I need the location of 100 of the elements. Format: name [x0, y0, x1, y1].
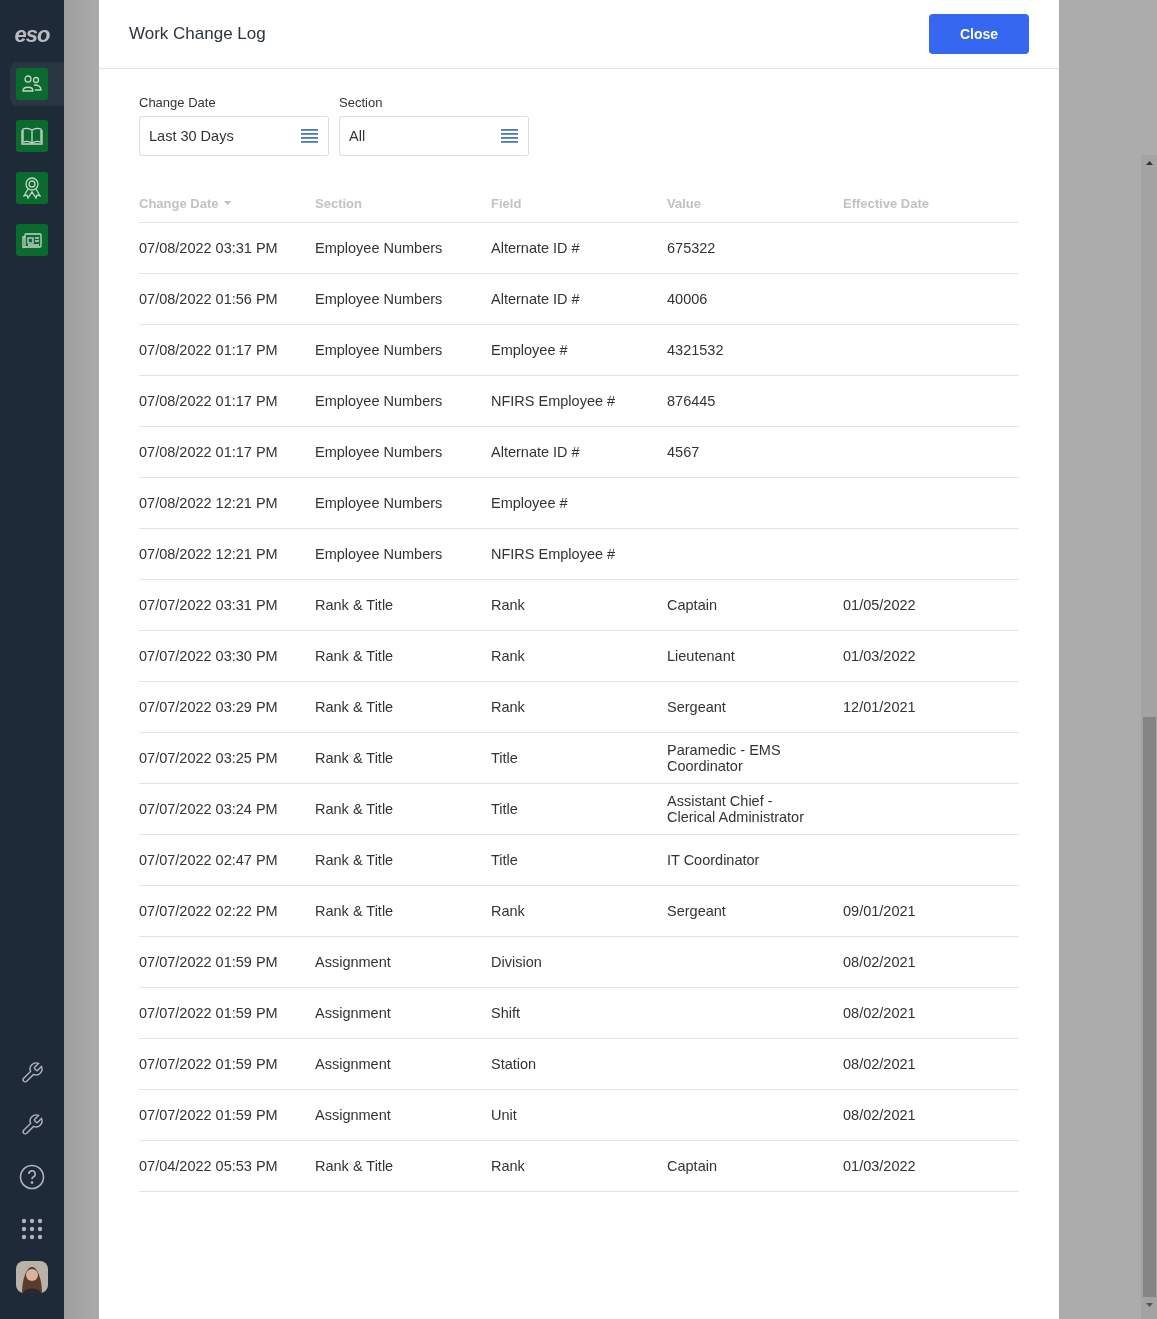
select-field[interactable]: Last 30 Days	[139, 116, 329, 156]
people-icon	[22, 75, 42, 93]
award-ribbon-icon	[23, 177, 41, 199]
wrench-icon	[20, 1061, 44, 1085]
table-cell: Paramedic - EMS Coordinator	[667, 732, 843, 784]
table-cell: Lieutenant	[667, 630, 843, 682]
table-cell: Rank & Title	[315, 630, 491, 682]
table-cell: 07/08/2022 12:21 PM	[139, 528, 315, 580]
table-cell: 07/07/2022 03:31 PM	[139, 579, 315, 631]
table-cell: Employee Numbers	[315, 477, 491, 529]
table-cell: NFIRS Employee #	[491, 375, 667, 427]
table-cell: 07/07/2022 01:59 PM	[139, 987, 315, 1039]
table-cell: Rank	[491, 885, 667, 937]
table-cell: Rank	[491, 630, 667, 682]
table-cell: Rank & Title	[315, 681, 491, 733]
table-cell: 07/07/2022 01:59 PM	[139, 1038, 315, 1090]
table-cell: 675322	[667, 222, 843, 274]
grid-icon	[21, 1218, 43, 1240]
avatar[interactable]	[16, 1261, 48, 1293]
table-cell: 07/07/2022 03:25 PM	[139, 732, 315, 784]
column-header[interactable]: Effective Date	[843, 184, 1019, 223]
table-cell: Alternate ID #	[491, 273, 667, 325]
table-cell: Title	[491, 783, 667, 835]
nav-item[interactable]	[10, 62, 64, 106]
table-cell: Sergeant	[667, 885, 843, 937]
table-cell: Rank & Title	[315, 579, 491, 631]
logo: eso	[14, 22, 50, 48]
table-cell: 07/07/2022 03:30 PM	[139, 630, 315, 682]
table-cell: Employee Numbers	[315, 426, 491, 478]
table-cell: Shift	[491, 987, 667, 1039]
table-cell: Assignment	[315, 987, 491, 1039]
column-header[interactable]: Section	[315, 184, 491, 223]
table-cell: Title	[491, 732, 667, 784]
table-cell: 08/02/2021	[843, 936, 1019, 988]
table-cell: Employee #	[491, 477, 667, 529]
table-cell: Employee #	[491, 324, 667, 376]
wrench-icon	[20, 1113, 44, 1137]
table-cell: 876445	[667, 375, 843, 427]
table-cell: Rank	[491, 681, 667, 733]
table-cell: Rank & Title	[315, 783, 491, 835]
table-cell: 01/03/2022	[843, 630, 1019, 682]
table-cell: 09/01/2021	[843, 885, 1019, 937]
table-cell: Unit	[491, 1089, 667, 1141]
table-cell: 07/07/2022 01:59 PM	[139, 936, 315, 988]
scrollbar[interactable]	[1141, 155, 1157, 1319]
help-icon	[19, 1164, 45, 1190]
table-cell: 12/01/2021	[843, 681, 1019, 733]
scroll-down-icon	[1145, 1303, 1153, 1307]
scroll-up-icon	[1145, 161, 1153, 165]
table-cell: 4567	[667, 426, 843, 478]
table-cell: Assignment	[315, 936, 491, 988]
book-icon	[21, 126, 43, 146]
table-cell: Employee Numbers	[315, 222, 491, 274]
table-cell: Station	[491, 1038, 667, 1090]
table-cell: 4321532	[667, 324, 843, 376]
table-cell: 07/08/2022 01:17 PM	[139, 375, 315, 427]
table-cell: Employee Numbers	[315, 273, 491, 325]
list-icon	[301, 129, 318, 143]
column-header[interactable]: Value	[667, 184, 843, 223]
table-cell: 07/08/2022 03:31 PM	[139, 222, 315, 274]
column-header[interactable]: Field	[491, 184, 667, 223]
table-cell: Rank & Title	[315, 834, 491, 886]
table-cell: Title	[491, 834, 667, 886]
column-header[interactable]: Change Date	[139, 184, 315, 223]
table-cell: 07/08/2022 01:56 PM	[139, 273, 315, 325]
table-cell: NFIRS Employee #	[491, 528, 667, 580]
table-cell: 07/08/2022 01:17 PM	[139, 426, 315, 478]
table-cell: 07/07/2022 03:24 PM	[139, 783, 315, 835]
table-cell: Rank	[491, 579, 667, 631]
table-cell: Rank & Title	[315, 1140, 491, 1192]
sort-caret-icon	[224, 201, 232, 205]
table-cell: Rank & Title	[315, 732, 491, 784]
table-cell: IT Coordinator	[667, 834, 843, 886]
select-field[interactable]: All	[339, 116, 529, 156]
scroll-thumb[interactable]	[1142, 717, 1156, 1297]
table-cell: 08/02/2021	[843, 1038, 1019, 1090]
list-icon	[501, 129, 518, 143]
table-cell: 07/08/2022 01:17 PM	[139, 324, 315, 376]
table-cell: 08/02/2021	[843, 1089, 1019, 1141]
table-cell: Captain	[667, 1140, 843, 1192]
table-cell: Employee Numbers	[315, 528, 491, 580]
table-cell: Rank & Title	[315, 885, 491, 937]
table-cell: Division	[491, 936, 667, 988]
table-cell: 01/05/2022	[843, 579, 1019, 631]
table-cell: 07/07/2022 01:59 PM	[139, 1089, 315, 1141]
table-cell: Sergeant	[667, 681, 843, 733]
table-cell: 07/07/2022 02:22 PM	[139, 885, 315, 937]
table-cell: Alternate ID #	[491, 426, 667, 478]
table-cell: 07/07/2022 03:29 PM	[139, 681, 315, 733]
table-cell: 01/03/2022	[843, 1140, 1019, 1192]
table-cell: Assistant Chief - Clerical Administrator	[667, 783, 843, 835]
table-cell: Alternate ID #	[491, 222, 667, 274]
table-cell: 07/04/2022 05:53 PM	[139, 1140, 315, 1192]
table-cell: 08/02/2021	[843, 987, 1019, 1039]
table-cell: Rank	[491, 1140, 667, 1192]
table-cell: Assignment	[315, 1038, 491, 1090]
filter-label: Section	[339, 95, 384, 110]
table-cell: 40006	[667, 273, 843, 325]
close-button[interactable]: Close	[929, 14, 1029, 54]
newspaper-icon	[22, 231, 42, 249]
